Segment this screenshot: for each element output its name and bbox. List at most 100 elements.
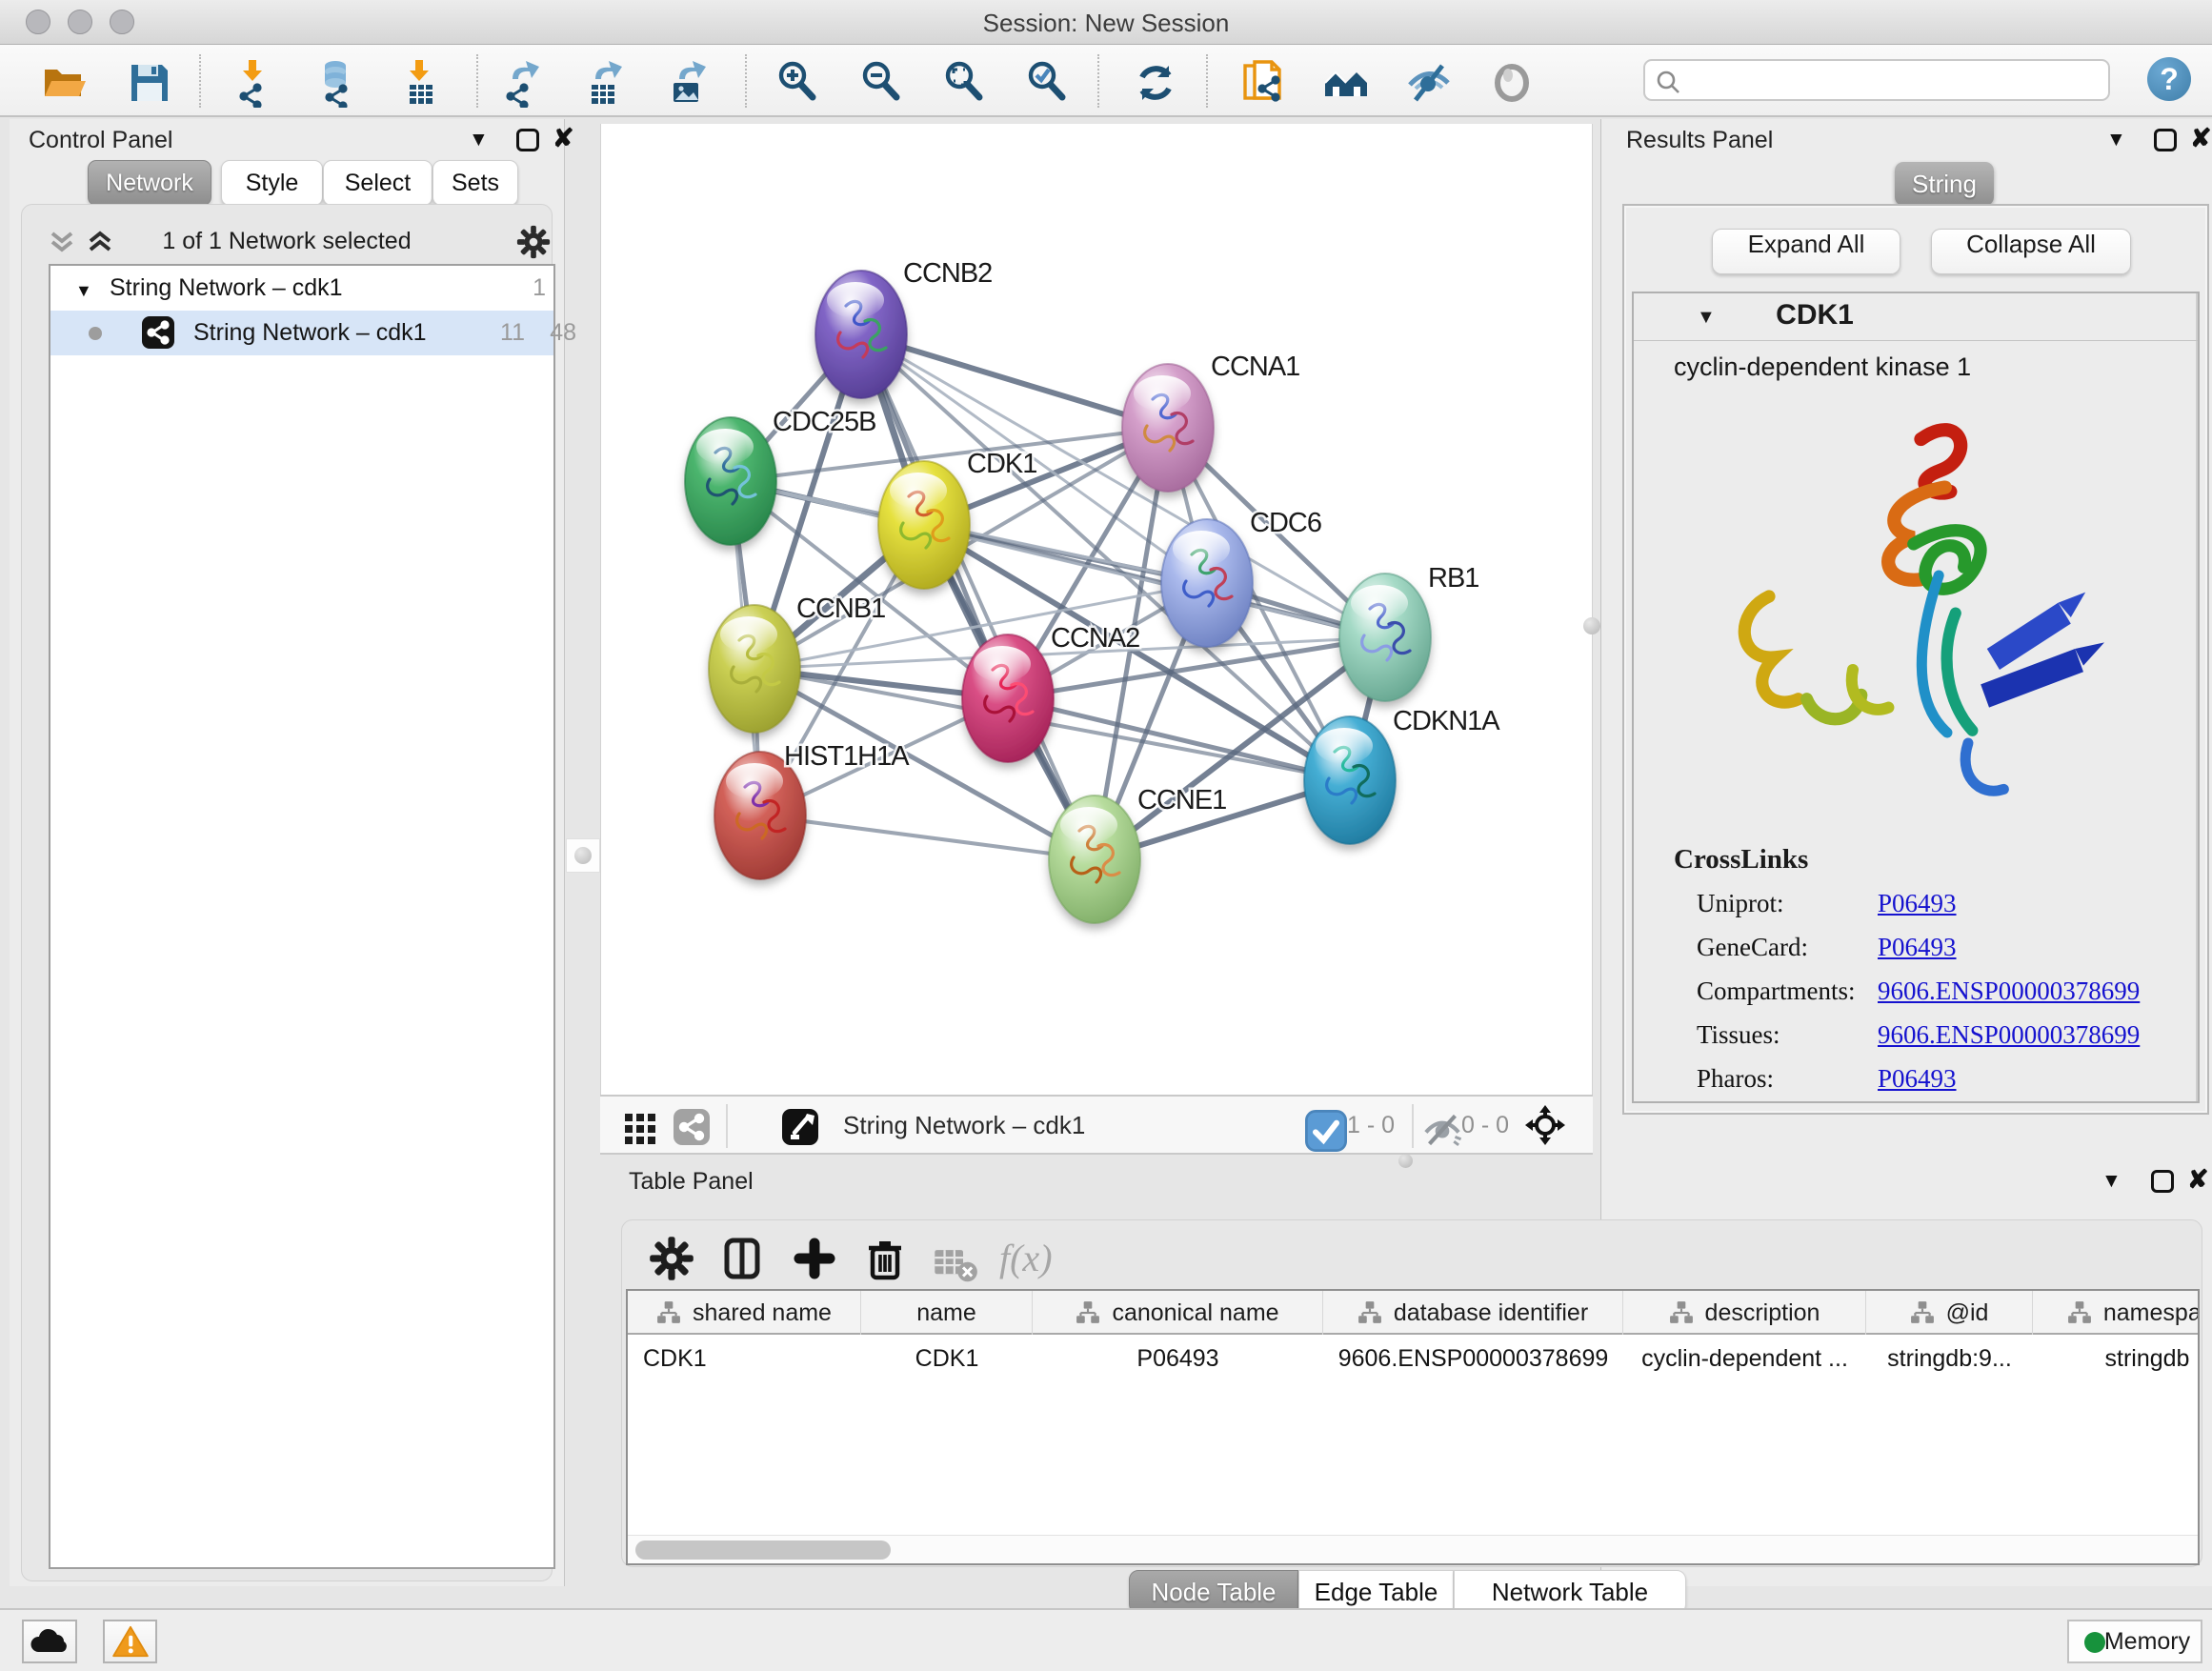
memory-button[interactable]: Memory	[2067, 1620, 2202, 1663]
birdseye-toggle-icon[interactable]	[779, 1106, 821, 1148]
selected-checkbox-icon[interactable]	[1305, 1110, 1336, 1140]
tab-sets[interactable]: Sets	[432, 160, 518, 206]
show-columns-icon[interactable]	[719, 1236, 765, 1281]
column-header-name[interactable]: name	[861, 1291, 1033, 1335]
results-panel-collapse-icon[interactable]: ▼	[2106, 129, 2126, 151]
table-panel-close-icon[interactable]: ✘	[2187, 1165, 2209, 1195]
hierarchy-icon	[1357, 1300, 1382, 1325]
open-session-icon[interactable]	[40, 58, 90, 108]
tab-select[interactable]: Select	[323, 160, 432, 206]
tab-style[interactable]: Style	[221, 160, 323, 206]
node-CDK1[interactable]	[878, 461, 970, 589]
table-cell[interactable]: CDK1	[861, 1337, 1033, 1380]
export-table-icon[interactable]	[582, 58, 632, 108]
node-label-HIST1H1A: HIST1H1A	[784, 741, 910, 772]
node-label-CDC25B: CDC25B	[773, 407, 875, 437]
grid-view-icon[interactable]	[619, 1106, 661, 1148]
edge-CCNB2-CCNE1[interactable]	[861, 334, 1095, 859]
network-view-title: String Network – cdk1	[843, 1111, 1085, 1140]
column-header-databaseidentifier[interactable]: database identifier	[1323, 1291, 1623, 1335]
control-panel-float-icon[interactable]	[516, 129, 539, 151]
table-panel-collapse-icon[interactable]: ▼	[2101, 1170, 2122, 1193]
node-CCNA1[interactable]	[1122, 364, 1214, 492]
network-collection-row[interactable]: ▼ String Network – cdk1 1	[50, 266, 553, 311]
refresh-layout-icon[interactable]	[1131, 58, 1180, 108]
edge-CCNE1-HIST1H1A[interactable]	[760, 815, 1095, 859]
expand-all-button[interactable]: Expand All	[1712, 229, 1900, 274]
table-row[interactable]: CDK1CDK1P064939606.ENSP00000378699cyclin…	[628, 1337, 2200, 1380]
table-panel-float-icon[interactable]	[2151, 1170, 2174, 1193]
search-field[interactable]	[1643, 59, 2110, 101]
save-session-icon[interactable]	[125, 58, 174, 108]
hierarchy-icon	[1910, 1300, 1935, 1325]
collection-caret-icon[interactable]: ▼	[75, 281, 92, 301]
control-panel-close-icon[interactable]: ✘	[553, 124, 574, 153]
scrollbar-thumb[interactable]	[635, 1540, 891, 1560]
zoom-out-icon[interactable]	[858, 58, 908, 108]
protein-header-row[interactable]: ▼ CDK1	[1634, 293, 2198, 341]
collapse-all-button[interactable]: Collapse All	[1931, 229, 2131, 274]
zoom-fit-icon[interactable]	[941, 58, 991, 108]
fit-selected-crosshair-icon[interactable]	[1524, 1104, 1566, 1146]
node-label-CDK1: CDK1	[967, 449, 1036, 479]
node-CCNA2[interactable]	[962, 634, 1054, 762]
control-panel-collapse-icon[interactable]: ▼	[469, 129, 489, 151]
node-RB1[interactable]	[1339, 574, 1431, 701]
tab-network[interactable]: Network	[88, 160, 211, 206]
help-icon[interactable]: ?	[2147, 57, 2191, 101]
table-cell[interactable]: P06493	[1033, 1337, 1323, 1380]
protein-caret-icon[interactable]: ▼	[1697, 307, 1716, 329]
table-cell[interactable]: stringdb:9...	[1866, 1337, 2033, 1380]
column-header-sharedname[interactable]: shared name	[628, 1291, 861, 1335]
gray-eye-icon[interactable]	[1487, 58, 1537, 108]
table-cell[interactable]: CDK1	[628, 1337, 861, 1380]
table-cell[interactable]: stringdb	[2033, 1337, 2200, 1380]
network-view-canvas[interactable]: CCNB2CCNA1CDC25BCDK1CDC6RB1CCNB1CCNA2CDK…	[600, 124, 1593, 1095]
node-CCNB1[interactable]	[709, 605, 800, 733]
zoom-selected-icon[interactable]	[1024, 58, 1074, 108]
panel-divider-handle[interactable]	[566, 838, 600, 873]
import-table-icon[interactable]	[397, 58, 447, 108]
horizontal-scrollbar[interactable]	[628, 1535, 2198, 1563]
share-view-icon[interactable]	[671, 1106, 713, 1148]
results-panel-float-icon[interactable]	[2154, 129, 2177, 151]
crosslink-link[interactable]: 9606.ENSP00000378699	[1878, 976, 2140, 1006]
column-header-namespace[interactable]: namespace	[2033, 1291, 2200, 1335]
column-header-canonicalname[interactable]: canonical name	[1033, 1291, 1323, 1335]
results-panel-close-icon[interactable]: ✘	[2190, 124, 2212, 153]
column-header-description[interactable]: description	[1623, 1291, 1866, 1335]
export-image-icon[interactable]	[666, 58, 715, 108]
table-cell[interactable]: cyclin-dependent ...	[1623, 1337, 1866, 1380]
network-row-selected[interactable]: String Network – cdk1 11 48	[50, 311, 553, 355]
table-cell[interactable]: 9606.ENSP00000378699	[1323, 1337, 1623, 1380]
delete-column-trash-icon[interactable]	[862, 1236, 908, 1281]
table-settings-gear-icon[interactable]	[649, 1236, 694, 1281]
column-header-id[interactable]: @id	[1866, 1291, 2033, 1335]
results-document-icon[interactable]	[1237, 58, 1287, 108]
hide-eye-icon[interactable]	[1404, 58, 1454, 108]
cloud-status-button[interactable]	[22, 1620, 77, 1663]
hierarchy-icon	[1669, 1300, 1694, 1325]
crosslink-link[interactable]: 9606.ENSP00000378699	[1878, 1020, 2140, 1050]
birdseye-home-icon[interactable]	[1321, 58, 1371, 108]
search-input[interactable]	[1689, 63, 2102, 97]
edge-CCNB2-CCNA1[interactable]	[861, 334, 1168, 428]
node-CDC6[interactable]	[1161, 519, 1253, 647]
crosslink-link[interactable]: P06493	[1878, 1064, 1957, 1094]
export-network-icon[interactable]	[499, 58, 549, 108]
node-table[interactable]: shared namenamecanonical namedatabase id…	[626, 1289, 2200, 1565]
tab-string[interactable]: String	[1895, 162, 1994, 206]
add-column-icon[interactable]	[792, 1236, 837, 1281]
zoom-in-icon[interactable]	[774, 58, 824, 108]
warning-status-button[interactable]	[103, 1620, 157, 1663]
panel-divider-handle[interactable]	[1583, 617, 1600, 634]
node-CCNB2[interactable]	[815, 271, 907, 398]
import-network-icon[interactable]	[231, 58, 280, 108]
crosslink-link[interactable]: P06493	[1878, 889, 1957, 918]
node-CDC25B[interactable]	[685, 417, 776, 545]
node-CCNE1[interactable]	[1049, 795, 1140, 923]
node-CDKN1A[interactable]	[1304, 716, 1396, 844]
gear-icon[interactable]	[515, 224, 552, 265]
crosslink-link[interactable]: P06493	[1878, 933, 1957, 962]
import-database-icon[interactable]	[312, 58, 362, 108]
